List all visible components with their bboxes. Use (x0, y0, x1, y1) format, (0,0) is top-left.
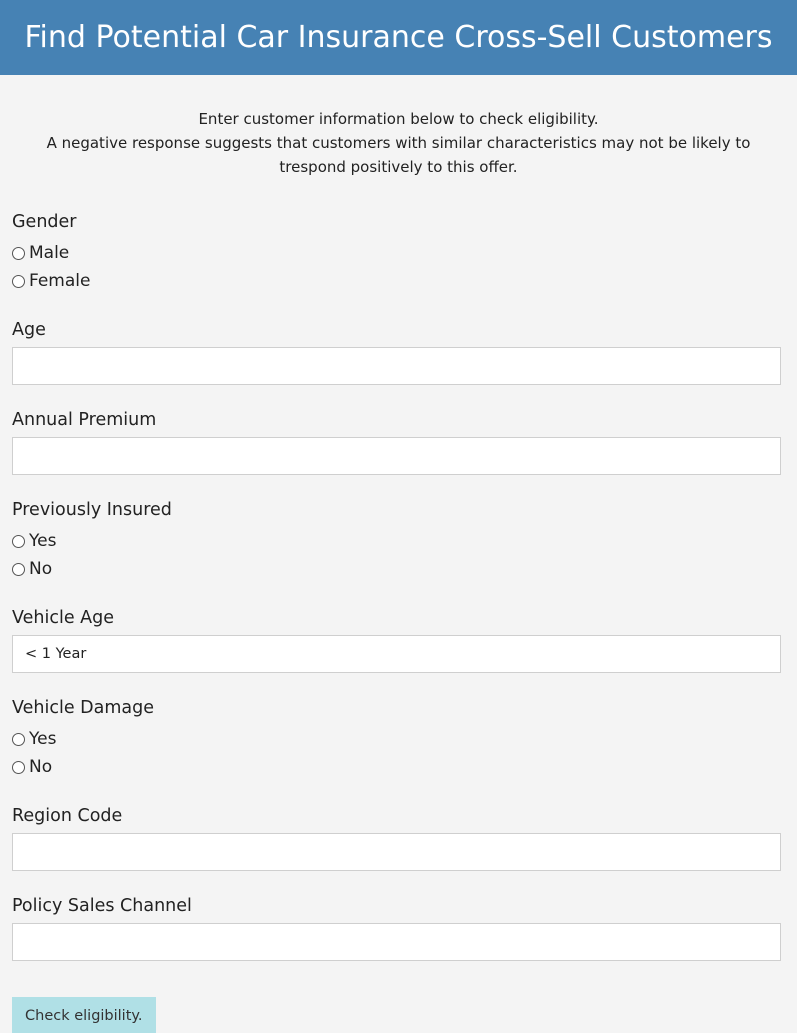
vehicle-age-select[interactable]: < 1 Year (12, 635, 781, 673)
gender-option-male[interactable]: Male (12, 239, 781, 267)
age-label: Age (12, 320, 46, 340)
vehicle-damage-yes-radio[interactable] (12, 732, 25, 746)
gender-female-label[interactable]: Female (29, 271, 90, 291)
annual-premium-input[interactable] (12, 437, 781, 475)
vehicle-damage-no-radio[interactable] (12, 760, 25, 774)
gender-label: Gender (12, 212, 77, 232)
annual-premium-label: Annual Premium (12, 410, 157, 430)
previously-insured-no-label[interactable]: No (29, 559, 52, 579)
page-header: Find Potential Car Insurance Cross-Sell … (0, 0, 797, 75)
gender-female-radio[interactable] (12, 274, 25, 288)
age-input[interactable] (12, 347, 781, 385)
page-title: Find Potential Car Insurance Cross-Sell … (24, 20, 773, 55)
region-code-input[interactable] (12, 833, 781, 871)
intro-line-1: Enter customer information below to chec… (198, 110, 599, 128)
previously-insured-yes-radio[interactable] (12, 534, 25, 548)
previously-insured-group: Previously Insured Yes No (12, 499, 781, 583)
policy-sales-channel-input[interactable] (12, 923, 781, 961)
previously-insured-option-no[interactable]: No (12, 555, 781, 583)
vehicle-age-label: Vehicle Age (12, 608, 114, 628)
check-eligibility-button[interactable]: Check eligibility. (12, 997, 156, 1033)
region-code-label: Region Code (12, 806, 123, 826)
age-group: Age (12, 319, 781, 385)
gender-male-radio[interactable] (12, 246, 25, 260)
vehicle-damage-option-no[interactable]: No (12, 753, 781, 781)
gender-male-label[interactable]: Male (29, 243, 69, 263)
previously-insured-option-yes[interactable]: Yes (12, 527, 781, 555)
previously-insured-label: Previously Insured (12, 500, 172, 520)
gender-group: Gender Male Female (12, 211, 781, 295)
intro-line-2: A negative response suggests that custom… (46, 134, 751, 176)
vehicle-damage-group: Vehicle Damage Yes No (12, 697, 781, 781)
previously-insured-yes-label[interactable]: Yes (29, 531, 56, 551)
vehicle-damage-yes-label[interactable]: Yes (29, 729, 56, 749)
eligibility-form: Gender Male Female Age Annual Premium Pr… (0, 211, 797, 1033)
policy-sales-channel-group: Policy Sales Channel (12, 895, 781, 961)
gender-option-female[interactable]: Female (12, 267, 781, 295)
region-code-group: Region Code (12, 805, 781, 871)
annual-premium-group: Annual Premium (12, 409, 781, 475)
vehicle-age-group: Vehicle Age < 1 Year (12, 607, 781, 673)
previously-insured-no-radio[interactable] (12, 562, 25, 576)
vehicle-damage-label: Vehicle Damage (12, 698, 154, 718)
vehicle-damage-no-label[interactable]: No (29, 757, 52, 777)
vehicle-age-selected-value[interactable]: < 1 Year (25, 646, 86, 662)
intro-text: Enter customer information below to chec… (0, 107, 797, 179)
vehicle-damage-option-yes[interactable]: Yes (12, 725, 781, 753)
policy-sales-channel-label: Policy Sales Channel (12, 896, 192, 916)
